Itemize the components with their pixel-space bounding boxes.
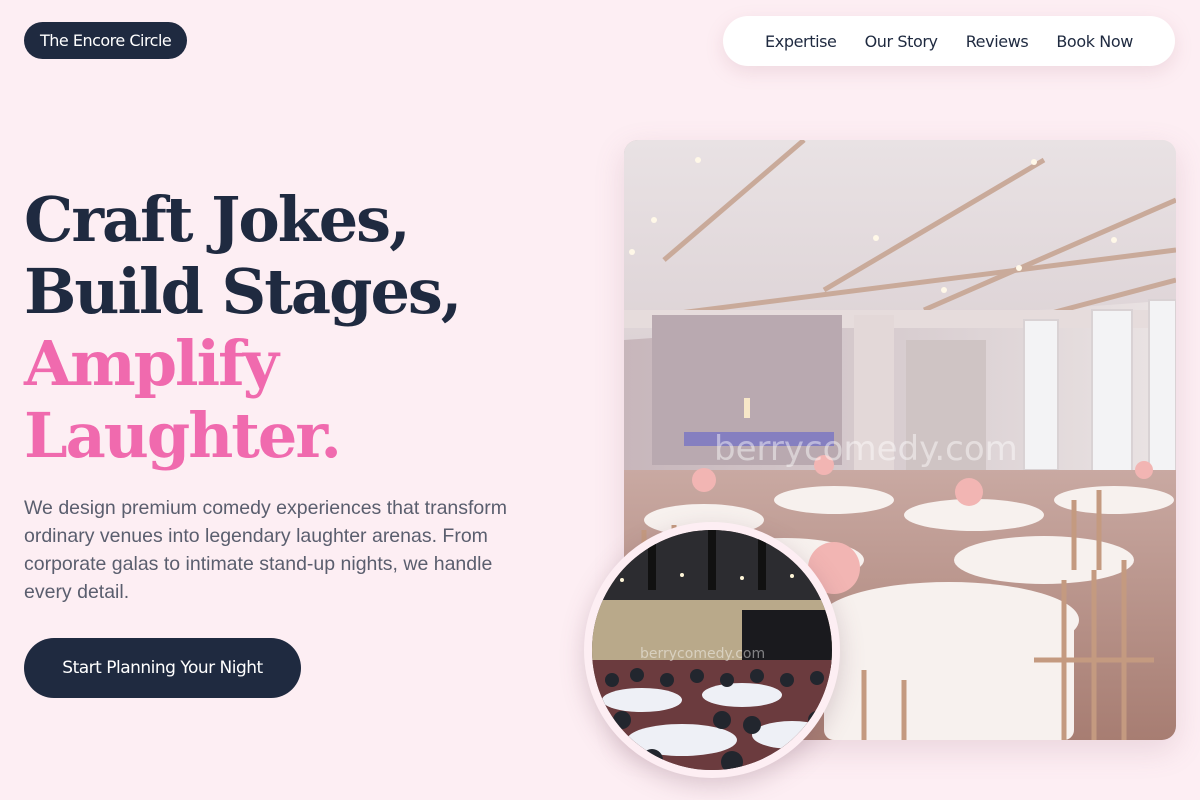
- nav-link-reviews[interactable]: Reviews: [966, 32, 1029, 51]
- nav-link-expertise[interactable]: Expertise: [765, 32, 837, 51]
- headline-line-2: Build Stages,: [24, 255, 462, 328]
- start-planning-button[interactable]: Start Planning Your Night: [24, 638, 301, 698]
- comedy-event-crowd-photo: berrycomedy.com: [584, 522, 840, 778]
- nav-link-our-story[interactable]: Our Story: [865, 32, 938, 51]
- svg-text:berrycomedy.com: berrycomedy.com: [714, 429, 1018, 469]
- headline-line-4: Laughter.: [24, 399, 342, 472]
- brand-logo[interactable]: The Encore Circle: [24, 22, 188, 59]
- hero-headline: Craft Jokes, Build Stages, Amplify Laugh…: [24, 183, 462, 472]
- main-nav: Expertise Our Story Reviews Book Now: [723, 16, 1175, 66]
- headline-line-1: Craft Jokes,: [24, 183, 411, 256]
- hero-intro-text: We design premium comedy experiences tha…: [24, 497, 508, 603]
- nav-link-book-now[interactable]: Book Now: [1056, 32, 1133, 51]
- svg-text:berrycomedy.com: berrycomedy.com: [640, 646, 765, 662]
- headline-line-3: Amplify: [24, 327, 279, 400]
